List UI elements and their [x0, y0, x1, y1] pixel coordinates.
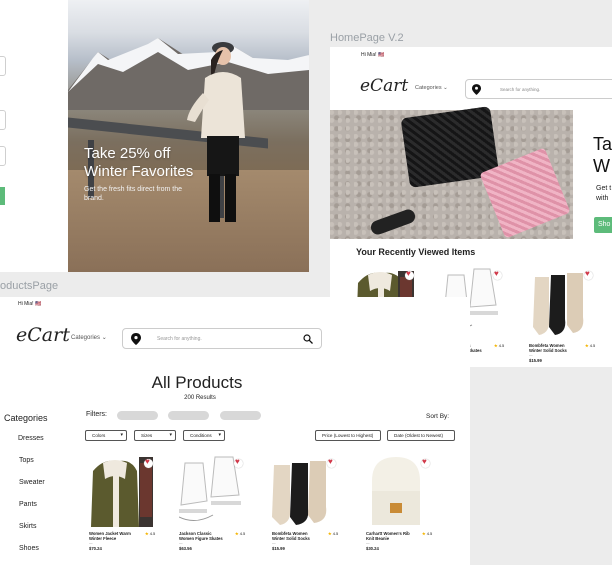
product-price: $30.24	[366, 546, 379, 551]
filters-label: Filters:	[86, 411, 107, 418]
frame-label-homepage: HomePage V.2	[330, 32, 404, 44]
price-sort-select[interactable]: Price (Lowest to Highest)	[315, 430, 381, 441]
search-icon[interactable]	[303, 334, 313, 344]
category-link[interactable]: Pants	[19, 501, 37, 508]
location-pin-icon[interactable]	[131, 333, 141, 345]
chevron-down-icon: ⌄	[101, 335, 107, 341]
product-seller: —	[179, 541, 183, 545]
date-sort-select[interactable]: Date (Oldest to Newest)	[387, 430, 455, 441]
product-seller: —	[89, 541, 93, 545]
search-input[interactable]: Search for anything.	[500, 87, 540, 92]
product-rating: ★ 4.5	[235, 531, 246, 536]
star-icon: ★	[585, 343, 589, 348]
product-price: $70.24	[89, 546, 102, 551]
search-bar[interactable]: Search for anything.	[465, 79, 612, 99]
favorite-icon[interactable]	[405, 269, 414, 280]
frame-label-products: oductsPage	[0, 280, 59, 292]
promo-subtitle-clipped: Get t with	[596, 185, 612, 202]
star-icon: ★	[328, 531, 332, 536]
product-name: Jackson Classic Women Figure Skates	[179, 531, 223, 541]
star-icon: ★	[235, 531, 239, 536]
favorite-icon[interactable]	[421, 457, 430, 468]
filter-chip[interactable]	[168, 411, 209, 420]
star-icon: ★	[494, 343, 498, 348]
product-seller: —	[366, 541, 370, 545]
favorite-icon[interactable]	[493, 269, 502, 280]
form-field[interactable]	[0, 110, 6, 130]
partial-form-frame	[0, 0, 68, 272]
strap-image	[368, 207, 418, 237]
category-link[interactable]: Tops	[19, 457, 34, 464]
search-bar[interactable]: Search for anything.	[122, 328, 322, 349]
categories-dropdown[interactable]: Categories ⌄	[415, 85, 448, 91]
category-link[interactable]: Skirts	[19, 523, 37, 530]
greeting: Hi Mia! 🇺🇸	[18, 301, 42, 307]
hero-title: Take 25% off Winter Favorites	[84, 145, 194, 180]
form-field[interactable]	[0, 56, 6, 76]
chevron-down-icon: ▾	[218, 432, 221, 438]
product-name: Bombfeta Women Winter Solid Socks	[529, 343, 567, 353]
filter-chip[interactable]	[220, 411, 261, 420]
product-card[interactable]: Carhartt Women's Rib Knit Beanie — $30.2…	[366, 455, 434, 551]
favorite-icon[interactable]	[584, 269, 593, 280]
location-pin-icon[interactable]	[472, 84, 481, 95]
product-seller: —	[529, 353, 533, 357]
product-price: $15.99	[529, 358, 542, 363]
form-field[interactable]	[0, 146, 6, 166]
product-seller: —	[272, 541, 276, 545]
favorite-icon[interactable]	[327, 457, 336, 468]
winter-hero-banner: Take 25% off Winter Favorites Get the fr…	[68, 0, 309, 272]
promo-title-clipped: Tak W	[593, 134, 612, 176]
logo[interactable]: eCart	[360, 76, 408, 96]
chevron-down-icon: ▾	[169, 432, 172, 438]
conditions-select[interactable]: Conditions ▾	[183, 430, 225, 441]
product-rating: ★ 4.5	[422, 531, 433, 536]
search-input[interactable]: Search for anything.	[157, 336, 202, 342]
chevron-down-icon: ⌄	[443, 85, 448, 91]
product-price: $15.99	[272, 546, 285, 551]
hero-subtitle: Get the fresh fits direct from the brand…	[84, 186, 183, 202]
favorite-icon[interactable]	[144, 457, 153, 468]
all-products-frame: Hi Mia! 🇺🇸 eCart Categories ⌄ Search for…	[0, 297, 470, 565]
favorite-icon[interactable]	[234, 457, 243, 468]
promo-banner-wallets	[330, 106, 573, 239]
results-count: 200 Results	[184, 395, 216, 401]
product-name: Women Jacket Warm Winter Fleece	[89, 531, 131, 541]
product-card[interactable]: Women Jacket Warm Winter Fleece — $70.24…	[89, 455, 157, 551]
product-price: $63.56	[179, 546, 192, 551]
recently-viewed-title: Your Recently Viewed Items	[356, 247, 476, 257]
star-icon: ★	[145, 531, 149, 536]
greeting: Hi Mia! 🇺🇸	[361, 52, 385, 58]
category-link[interactable]: Shoes	[19, 545, 39, 552]
sizes-select[interactable]: Sizes ▾	[134, 430, 176, 441]
product-name: Carhartt Women's Rib Knit Beanie	[366, 531, 410, 541]
product-card[interactable]: Bombfeta Women Winter Solid Socks — $15.…	[272, 455, 340, 551]
product-rating: ★ 4.5	[585, 343, 596, 348]
product-rating: ★ 4.5	[328, 531, 339, 536]
submit-button[interactable]	[0, 187, 5, 205]
page-title: All Products	[151, 373, 243, 392]
category-link[interactable]: Dresses	[18, 435, 44, 442]
product-rating: ★ 4.5	[494, 343, 505, 348]
colors-select[interactable]: Colors ▾	[85, 430, 127, 441]
category-link[interactable]: Sweater	[19, 479, 45, 486]
logo[interactable]: eCart	[16, 324, 70, 346]
product-card[interactable]: Jackson Classic Women Figure Skates — $6…	[178, 455, 247, 551]
product-card[interactable]: Bombfeta Women Winter Solid Socks — $15.…	[529, 267, 597, 363]
sort-label: Sort By:	[426, 413, 450, 420]
categories-heading: Categories	[4, 413, 48, 423]
product-rating: ★ 4.5	[145, 531, 156, 536]
shop-button[interactable]: Sho	[594, 217, 612, 233]
product-name: Bombfeta Women Winter Solid Socks	[272, 531, 310, 541]
chevron-down-icon: ▾	[120, 432, 123, 438]
filter-chip[interactable]	[117, 411, 158, 420]
star-icon: ★	[422, 531, 426, 536]
categories-dropdown[interactable]: Categories ⌄	[71, 334, 107, 341]
